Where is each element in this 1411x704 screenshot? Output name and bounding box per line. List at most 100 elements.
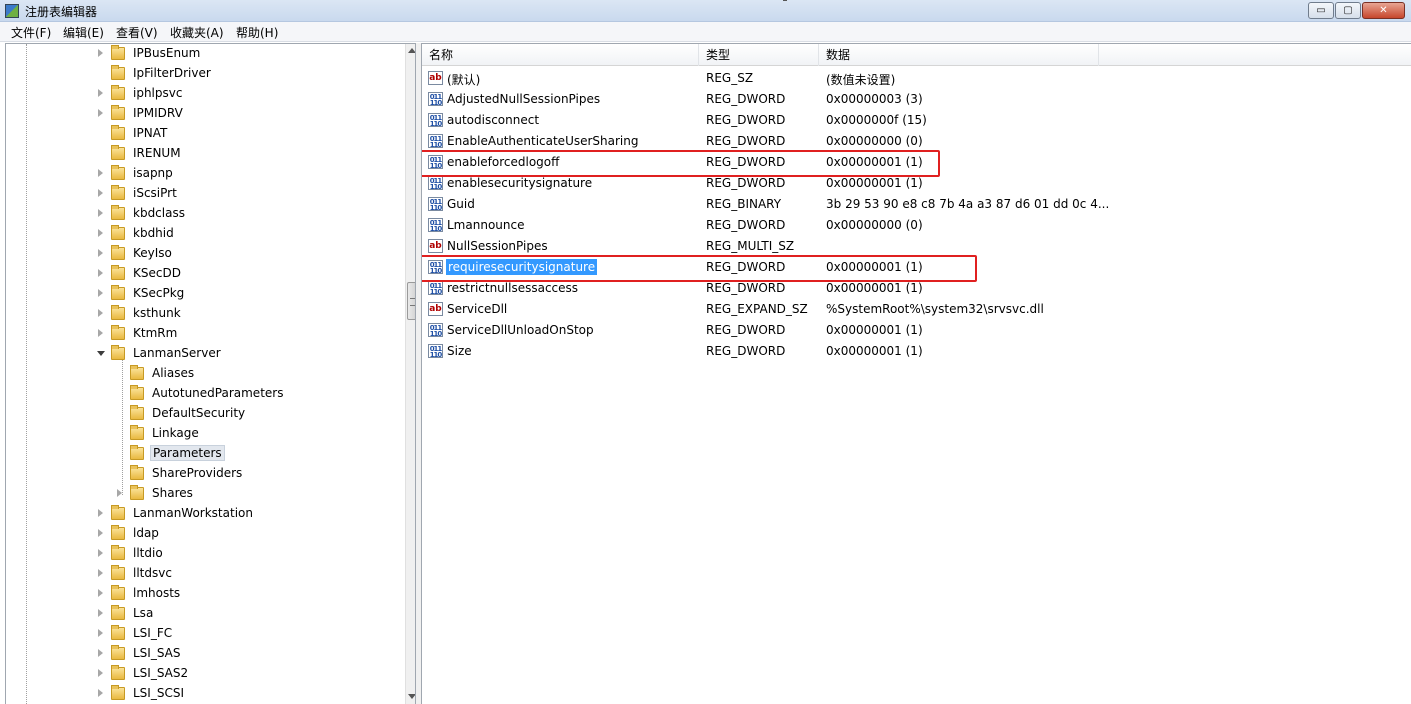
binary-value-icon: 011 110 (428, 197, 443, 211)
tree-scrollbar[interactable] (405, 44, 415, 704)
binary-value-icon: 011 110 (428, 113, 443, 127)
expand-arrow-icon[interactable] (98, 689, 103, 697)
tree-item[interactable]: IPNAT (98, 124, 398, 144)
tree-item[interactable]: IPMIDRV (98, 104, 398, 124)
expand-arrow-icon[interactable] (98, 229, 103, 237)
expand-arrow-icon[interactable] (98, 209, 103, 217)
tree-item[interactable]: IRENUM (98, 144, 398, 164)
tree-item[interactable]: kbdclass (98, 204, 398, 224)
tree-item[interactable]: ksthunk (98, 304, 398, 324)
scroll-thumb[interactable] (407, 282, 415, 320)
expand-arrow-icon[interactable] (98, 249, 103, 257)
list-row[interactable]: 011 110 restrictnullsessaccess REG_DWORD 0x… (422, 278, 1411, 299)
expand-arrow-icon[interactable] (98, 569, 103, 577)
scroll-down-icon[interactable] (408, 694, 415, 699)
tree-item[interactable]: kbdhid (98, 224, 398, 244)
tree-item[interactable]: lltdio (98, 544, 398, 564)
tree-item-label: lltdsvc (133, 566, 172, 580)
value-name: Guid (447, 197, 475, 211)
tree-item[interactable]: lltdsvc (98, 564, 398, 584)
menu-file[interactable]: 文件(F) (11, 24, 51, 41)
tree-item[interactable]: KtmRm (98, 324, 398, 344)
column-name-header[interactable]: 名称 (422, 44, 699, 66)
list-row[interactable]: 011 110 autodisconnect REG_DWORD 0x0000000f… (422, 110, 1411, 131)
tree-item[interactable]: LanmanServer (97, 344, 398, 364)
list-row[interactable]: ab NullSessionPipes REG_MULTI_SZ (422, 236, 1411, 257)
tree-item[interactable]: IpFilterDriver (98, 64, 398, 84)
tree-item[interactable]: iphlpsvc (98, 84, 398, 104)
tree-item[interactable]: LanmanWorkstation (98, 504, 398, 524)
tree-item-label: LSI_SCSI (133, 686, 184, 700)
column-data-header[interactable]: 数据 (819, 44, 1099, 66)
column-type-header[interactable]: 类型 (699, 44, 819, 66)
list-row[interactable]: 011 110 Size REG_DWORD 0x00000001 (1) (422, 341, 1411, 362)
tree-item[interactable]: lmhosts (98, 584, 398, 604)
expand-arrow-icon[interactable] (98, 609, 103, 617)
tree-item[interactable]: IPBusEnum (98, 44, 398, 64)
tree-item[interactable]: isapnp (98, 164, 398, 184)
folder-icon (111, 245, 125, 260)
list-row[interactable]: 011 110 EnableAuthenticateUserSharing REG_… (422, 131, 1411, 152)
tree-item[interactable]: LSI_SAS (98, 644, 398, 664)
expand-arrow-icon[interactable] (98, 189, 103, 197)
list-row[interactable]: ab ServiceDll REG_EXPAND_SZ %SystemRoot%\sy… (422, 299, 1411, 320)
menu-favorites[interactable]: 收藏夹(A) (170, 24, 224, 41)
list-row[interactable]: 011 110 Lmannounce REG_DWORD 0x00000000 (0) (422, 215, 1411, 236)
list-row[interactable]: 011 110 Guid REG_BINARY 3b 29 53 90 e8 c8 7… (422, 194, 1411, 215)
tree-item[interactable]: ShareProviders (117, 464, 415, 484)
tree-item[interactable]: KeyIso (98, 244, 398, 264)
values-list[interactable]: 名称 类型 数据 ab (默认) REG_SZ (数值未设置) 011 110 Adjus… (421, 43, 1411, 704)
expand-arrow-icon[interactable] (98, 509, 103, 517)
menu-edit[interactable]: 编辑(E) (63, 24, 104, 41)
tree-item-label: Lsa (133, 606, 154, 620)
tree-item[interactable]: Linkage (117, 424, 415, 444)
tree-item[interactable]: KSecDD (98, 264, 398, 284)
expand-arrow-icon[interactable] (98, 169, 103, 177)
tree-item[interactable]: DefaultSecurity (117, 404, 415, 424)
expand-arrow-icon[interactable] (98, 329, 103, 337)
tree-item[interactable]: KSecPkg (98, 284, 398, 304)
tree-item[interactable]: LSI_SCSI (98, 684, 398, 704)
tree-item-label: AutotunedParameters (152, 386, 284, 400)
tree-item-label: KSecDD (133, 266, 181, 280)
list-row[interactable]: 011 110 AdjustedNullSessionPipes REG_DWORD… (422, 89, 1411, 110)
list-row[interactable]: ab (默认) REG_SZ (数值未设置) (422, 68, 1411, 89)
list-row[interactable]: 011 110 enableforcedlogoff REG_DWORD 0x0000… (422, 152, 1411, 173)
tree-item-label: IpFilterDriver (133, 66, 211, 80)
expand-arrow-icon[interactable] (98, 309, 103, 317)
tree-item[interactable]: Parameters (117, 444, 415, 464)
folder-icon (111, 85, 125, 100)
expand-arrow-icon[interactable] (117, 489, 122, 497)
list-row[interactable]: 011 110 requiresecuritysignature REG_DWORD… (422, 257, 1411, 278)
list-row[interactable]: 011 110 ServiceDllUnloadOnStop REG_DWORD 0x… (422, 320, 1411, 341)
expand-arrow-icon[interactable] (98, 649, 103, 657)
minimize-button[interactable]: ▭ (1308, 2, 1334, 19)
scroll-up-icon[interactable] (408, 48, 415, 53)
expand-arrow-icon[interactable] (98, 669, 103, 677)
expand-arrow-icon[interactable] (98, 589, 103, 597)
expand-arrow-icon[interactable] (98, 109, 103, 117)
expand-arrow-icon[interactable] (98, 529, 103, 537)
tree-item[interactable]: iScsiPrt (98, 184, 398, 204)
tree-item[interactable]: AutotunedParameters (117, 384, 415, 404)
list-row[interactable]: 011 110 enablesecuritysignature REG_DWORD 0… (422, 173, 1411, 194)
maximize-button[interactable]: ▢ (1335, 2, 1361, 19)
binary-value-icon: 011 110 (428, 260, 443, 274)
tree-item[interactable]: Aliases (117, 364, 415, 384)
expand-arrow-icon[interactable] (98, 269, 103, 277)
expand-arrow-icon[interactable] (98, 289, 103, 297)
registry-tree[interactable]: IPBusEnum IpFilterDriver iphlpsvc IPMIDRV IP… (5, 43, 416, 704)
tree-item[interactable]: Lsa (98, 604, 398, 624)
tree-item[interactable]: LSI_FC (98, 624, 398, 644)
expand-arrow-icon[interactable] (98, 89, 103, 97)
menu-help[interactable]: 帮助(H) (236, 24, 278, 41)
tree-item[interactable]: ldap (98, 524, 398, 544)
expand-arrow-icon[interactable] (98, 629, 103, 637)
menu-view[interactable]: 查看(V) (116, 24, 158, 41)
expand-arrow-icon[interactable] (98, 49, 103, 57)
close-button[interactable]: ✕ (1362, 2, 1405, 19)
expand-arrow-icon[interactable] (98, 549, 103, 557)
tree-item[interactable]: LSI_SAS2 (98, 664, 398, 684)
tree-item[interactable]: Shares (117, 484, 415, 504)
collapse-arrow-icon[interactable] (97, 351, 105, 356)
